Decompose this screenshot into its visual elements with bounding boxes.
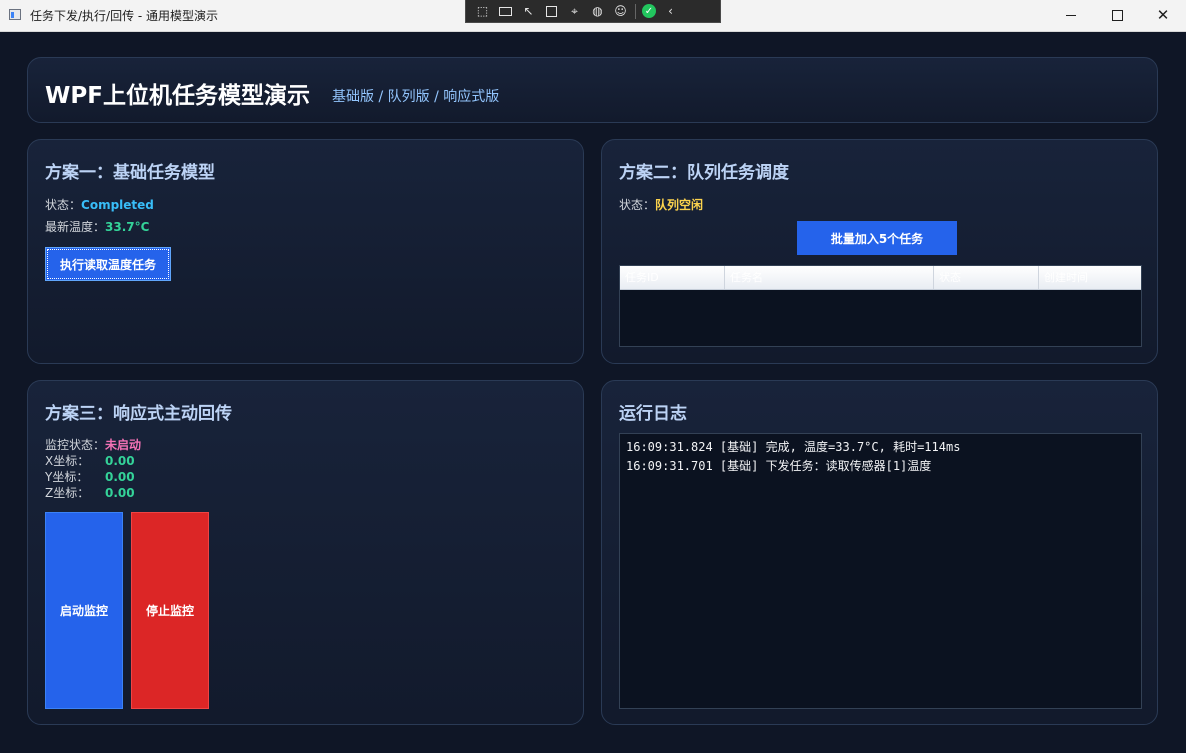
scheme2-card: 方案二：队列任务调度 状态：队列空闲 批量加入5个任务 任务ID 任务名 状态 … bbox=[601, 139, 1158, 364]
scheme2-title: 方案二：队列任务调度 bbox=[619, 163, 789, 183]
z-coordinate-row: Z坐标： 0.00 bbox=[45, 484, 135, 501]
debug-toolbar: ⬚ ↖ ⌖ ◍ ☺ ✓ ‹ bbox=[465, 0, 721, 23]
z-coordinate-value: 0.00 bbox=[105, 486, 135, 500]
table-header: 任务ID 任务名 状态 创建时间 bbox=[620, 266, 1141, 290]
y-coordinate-value: 0.00 bbox=[105, 470, 135, 484]
app-icon bbox=[9, 9, 21, 20]
scheme1-temp-row: 最新温度：33.7°C bbox=[45, 218, 149, 235]
scheme1-title: 方案一：基础任务模型 bbox=[45, 163, 215, 183]
temperature-label: 最新温度： bbox=[45, 220, 106, 234]
temperature-value: 33.7°C bbox=[105, 220, 150, 234]
collapse-chevron-icon[interactable]: ‹ bbox=[662, 4, 679, 19]
column-header-status[interactable]: 状态 bbox=[934, 266, 1039, 289]
monitor-status-value: 未启动 bbox=[105, 438, 142, 452]
minimize-icon bbox=[1066, 15, 1076, 16]
status-label: 状态： bbox=[45, 198, 82, 212]
scheme1-card: 方案一：基础任务模型 状态：Completed 最新温度：33.7°C 执行读取… bbox=[27, 139, 584, 364]
toolbar-separator bbox=[635, 3, 636, 19]
x-coordinate-row: X坐标： 0.00 bbox=[45, 452, 135, 469]
page-subtitle: 基础版 / 队列版 / 响应式版 bbox=[332, 89, 500, 105]
maximize-icon bbox=[1111, 10, 1123, 21]
scheme2-status-row: 状态：队列空闲 bbox=[619, 196, 703, 213]
log-line: 16:09:31.701 [基础] 下发任务：读取传感器[1]温度 bbox=[626, 459, 932, 473]
start-monitor-button[interactable]: 启动监控 bbox=[45, 512, 123, 709]
close-icon: ✕ bbox=[1156, 6, 1170, 24]
log-list[interactable]: 16:09:31.824 [基础] 完成, 温度=33.7°C, 耗时=114m… bbox=[619, 433, 1142, 709]
z-coordinate-label: Z坐标： bbox=[45, 486, 90, 500]
read-temperature-button[interactable]: 执行读取温度任务 bbox=[45, 247, 171, 281]
pointer-icon[interactable]: ↖ bbox=[520, 4, 537, 19]
ok-check-icon[interactable]: ✓ bbox=[642, 4, 656, 18]
status-value: Completed bbox=[81, 198, 154, 212]
window-title: 任务下发/执行/回传 - 通用模型演示 bbox=[30, 9, 219, 23]
x-coordinate-value: 0.00 bbox=[105, 454, 135, 468]
log-line: 16:09:31.824 [基础] 完成, 温度=33.7°C, 耗时=114m… bbox=[626, 440, 961, 454]
layout-adorner-icon[interactable] bbox=[543, 4, 560, 19]
accessibility-icon[interactable]: ☺ bbox=[612, 4, 629, 19]
close-button[interactable]: ✕ bbox=[1140, 0, 1186, 31]
y-coordinate-label: Y坐标： bbox=[45, 470, 89, 484]
column-header-task-name[interactable]: 任务名 bbox=[725, 266, 934, 289]
log-card: 运行日志 16:09:31.824 [基础] 完成, 温度=33.7°C, 耗时… bbox=[601, 380, 1158, 725]
monitor-status-row: 监控状态：未启动 bbox=[45, 436, 141, 453]
batch-add-tasks-button[interactable]: 批量加入5个任务 bbox=[797, 221, 957, 255]
record-icon[interactable] bbox=[497, 4, 514, 19]
queue-status-label: 状态： bbox=[619, 198, 656, 212]
column-header-task-id[interactable]: 任务ID bbox=[620, 266, 725, 289]
maximize-button[interactable] bbox=[1094, 0, 1140, 31]
y-coordinate-row: Y坐标： 0.00 bbox=[45, 468, 135, 485]
monitor-status-label: 监控状态： bbox=[45, 438, 106, 452]
log-title: 运行日志 bbox=[619, 404, 687, 424]
scheme1-status-row: 状态：Completed bbox=[45, 196, 154, 213]
x-coordinate-label: X坐标： bbox=[45, 454, 90, 468]
select-element-icon[interactable]: ⬚ bbox=[474, 4, 491, 19]
scheme3-title: 方案三：响应式主动回传 bbox=[45, 404, 232, 424]
window-title-bar: 任务下发/执行/回传 - 通用模型演示 ⬚ ↖ ⌖ ◍ ☺ ✓ ‹ ✕ bbox=[0, 0, 1186, 32]
binding-failures-icon[interactable]: ◍ bbox=[589, 4, 606, 19]
header-card: WPF上位机任务模型演示 基础版 / 队列版 / 响应式版 bbox=[27, 57, 1158, 123]
page-title: WPF上位机任务模型演示 bbox=[45, 83, 310, 109]
stop-monitor-button[interactable]: 停止监控 bbox=[131, 512, 209, 709]
task-queue-table[interactable]: 任务ID 任务名 状态 创建时间 bbox=[619, 265, 1142, 347]
track-focus-icon[interactable]: ⌖ bbox=[566, 4, 583, 19]
column-header-created-time[interactable]: 创建时间 bbox=[1039, 266, 1141, 289]
scheme3-card: 方案三：响应式主动回传 监控状态：未启动 X坐标： 0.00 Y坐标： 0.00 Z… bbox=[27, 380, 584, 725]
queue-status-value: 队列空闲 bbox=[655, 198, 704, 212]
minimize-button[interactable] bbox=[1048, 0, 1094, 31]
